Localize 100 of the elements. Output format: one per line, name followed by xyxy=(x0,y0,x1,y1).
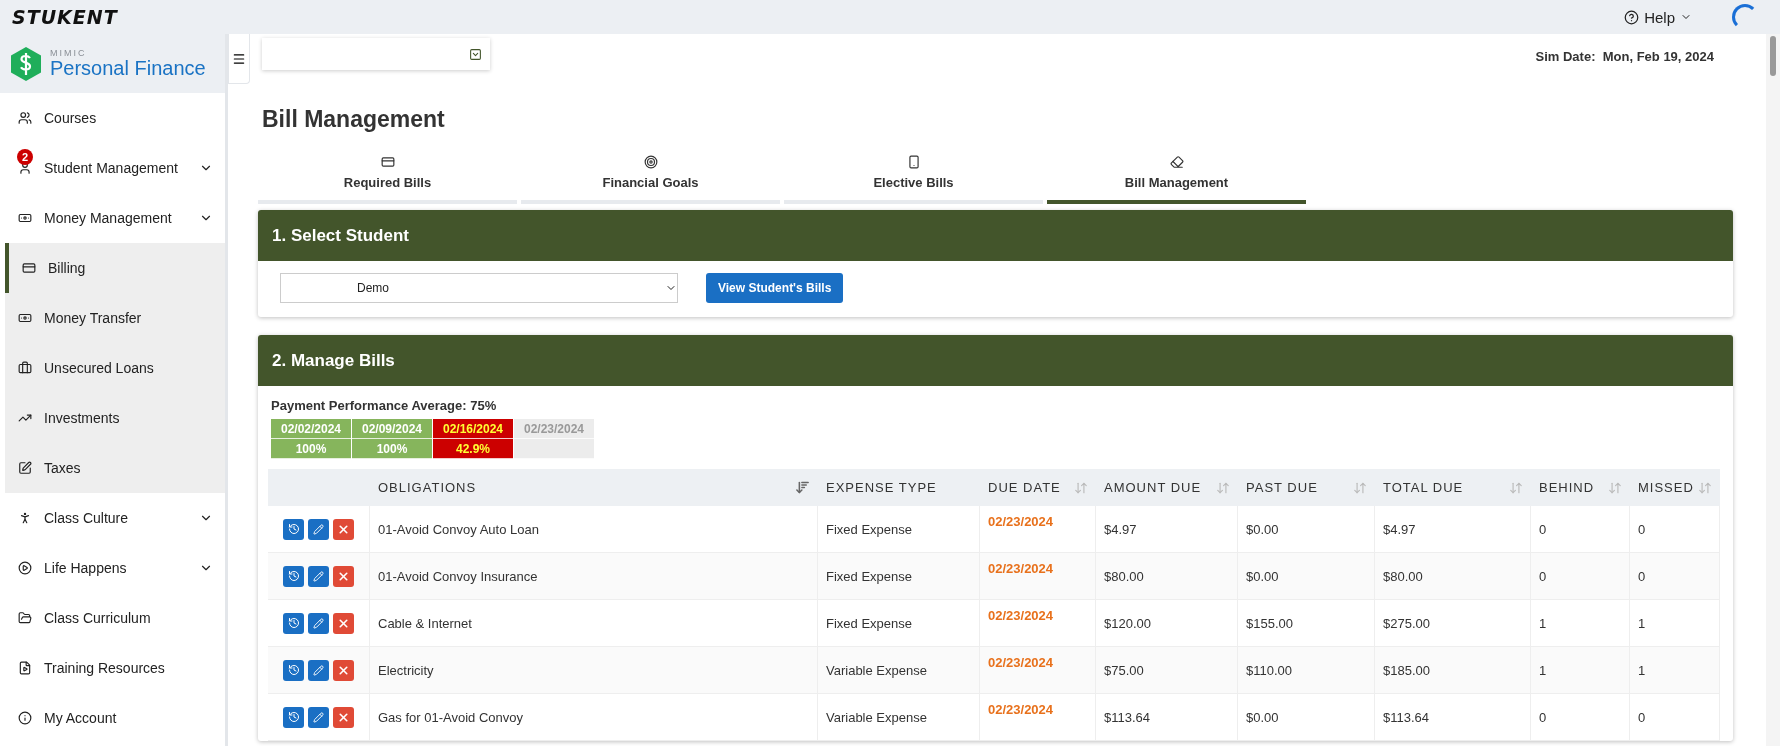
table-cell: 0 xyxy=(1531,553,1630,600)
nav-subitem[interactable]: Taxes xyxy=(5,443,225,493)
due-date-cell: 02/23/2024 xyxy=(980,694,1096,741)
person-icon xyxy=(18,511,32,525)
table-cell: $4.97 xyxy=(1096,506,1238,553)
table-cell: Cable & Internet xyxy=(370,600,818,647)
close-icon xyxy=(337,522,350,536)
week-score: 02/02/2024 100% xyxy=(271,419,351,459)
table-cell: $75.00 xyxy=(1096,647,1238,694)
help-icon xyxy=(1624,9,1640,25)
history-icon xyxy=(287,664,300,676)
play-icon xyxy=(18,561,32,575)
close-icon xyxy=(337,616,350,630)
pencil-icon xyxy=(313,570,324,582)
nav-subitem[interactable]: Billing xyxy=(5,243,225,293)
delete-button[interactable] xyxy=(333,659,354,681)
table-cell: Fixed Expense xyxy=(818,506,980,553)
help-menu[interactable]: Help xyxy=(1624,8,1692,26)
history-icon xyxy=(287,523,300,535)
table-cell: Gas for 01-Avoid Convoy xyxy=(370,694,818,741)
folder-icon xyxy=(18,611,32,625)
column-header[interactable]: DUE DATE xyxy=(980,469,1096,506)
pencil-icon xyxy=(313,523,324,535)
delete-button[interactable] xyxy=(333,706,354,728)
sort-icon xyxy=(1509,480,1523,495)
edit-button[interactable] xyxy=(308,565,329,587)
history-button[interactable] xyxy=(283,518,304,540)
delete-button[interactable] xyxy=(333,612,354,634)
due-date-cell: 02/23/2024 xyxy=(980,553,1096,600)
column-header[interactable]: MISSED xyxy=(1630,469,1720,506)
column-header[interactable]: AMOUNT DUE xyxy=(1096,469,1238,506)
document-icon xyxy=(18,661,32,675)
sort-icon xyxy=(1353,480,1367,495)
credit-card-icon xyxy=(380,155,395,169)
notification-badge: 2 xyxy=(17,149,33,165)
table-cell: Variable Expense xyxy=(818,647,980,694)
week-score: 02/23/2024 xyxy=(514,419,594,459)
student-select[interactable]: Demo xyxy=(280,273,678,303)
edit-button[interactable] xyxy=(308,706,329,728)
sim-date: Sim Date: Mon, Feb 19, 2024 xyxy=(1535,49,1714,64)
sort-icon xyxy=(1216,480,1230,495)
column-header[interactable]: BEHIND xyxy=(1531,469,1630,506)
history-button[interactable] xyxy=(283,565,304,587)
due-date-cell: 02/23/2024 xyxy=(980,600,1096,647)
sort-icon xyxy=(1698,480,1712,495)
menu-button[interactable] xyxy=(228,34,250,84)
table-cell: 1 xyxy=(1630,600,1720,647)
history-button[interactable] xyxy=(283,706,304,728)
credit-card-icon xyxy=(22,261,36,275)
table-cell: $80.00 xyxy=(1375,553,1531,600)
close-icon xyxy=(337,663,350,677)
edit-button[interactable] xyxy=(308,612,329,634)
week-score: 02/09/2024 100% xyxy=(352,419,432,459)
history-icon xyxy=(287,570,300,582)
briefcase-icon xyxy=(18,361,32,375)
table-cell: 01-Avoid Convoy Insurance xyxy=(370,553,818,600)
delete-button[interactable] xyxy=(333,565,354,587)
banknote-icon xyxy=(18,211,32,225)
history-icon xyxy=(287,711,300,723)
column-header[interactable]: OBLIGATIONS xyxy=(370,469,818,506)
table-cell: $113.64 xyxy=(1096,694,1238,741)
table-cell: Electricity xyxy=(370,647,818,694)
tab[interactable]: Bill Management xyxy=(1047,155,1306,204)
column-header[interactable]: PAST DUE xyxy=(1238,469,1375,506)
info-icon xyxy=(18,711,32,725)
nav-subitem[interactable]: Unsecured Loans xyxy=(5,343,225,393)
table-cell: 1 xyxy=(1531,600,1630,647)
nav-subitem[interactable]: Money Transfer xyxy=(5,293,225,343)
stukent-logo: STUKENT xyxy=(12,6,118,28)
table-cell: $4.97 xyxy=(1375,506,1531,553)
history-button[interactable] xyxy=(283,659,304,681)
close-icon xyxy=(337,710,350,724)
performance-average: Payment Performance Average: 75% xyxy=(271,398,498,413)
history-button[interactable] xyxy=(283,612,304,634)
week-score: 02/16/2024 42.9% xyxy=(433,419,513,459)
table-cell: $80.00 xyxy=(1096,553,1238,600)
scrollbar-thumb[interactable] xyxy=(1770,36,1776,76)
table-cell: $0.00 xyxy=(1238,506,1375,553)
table-cell: $113.64 xyxy=(1375,694,1531,741)
edit-button[interactable] xyxy=(308,518,329,540)
table-cell: $120.00 xyxy=(1096,600,1238,647)
nav-subitem[interactable]: Investments xyxy=(5,393,225,443)
edit-icon xyxy=(18,461,32,475)
table-cell: 1 xyxy=(1630,647,1720,694)
column-header[interactable]: EXPENSE TYPE xyxy=(818,469,980,506)
table-cell: $0.00 xyxy=(1238,553,1375,600)
pencil-icon xyxy=(313,664,324,676)
table-cell: Fixed Expense xyxy=(818,600,980,647)
view-bills-button[interactable]: View Student's Bills xyxy=(706,273,844,303)
edit-button[interactable] xyxy=(308,659,329,681)
tab[interactable]: Financial Goals xyxy=(521,155,780,204)
delete-button[interactable] xyxy=(333,518,354,540)
table-cell: 0 xyxy=(1630,553,1720,600)
tab[interactable]: Elective Bills xyxy=(784,155,1043,204)
tab[interactable]: Required Bills xyxy=(258,155,517,204)
pencil-icon xyxy=(313,711,324,723)
dropdown-icon xyxy=(469,47,482,61)
sort-icon xyxy=(795,480,810,495)
column-header[interactable]: TOTAL DUE xyxy=(1375,469,1531,506)
brand-title: Personal Finance xyxy=(50,58,206,78)
